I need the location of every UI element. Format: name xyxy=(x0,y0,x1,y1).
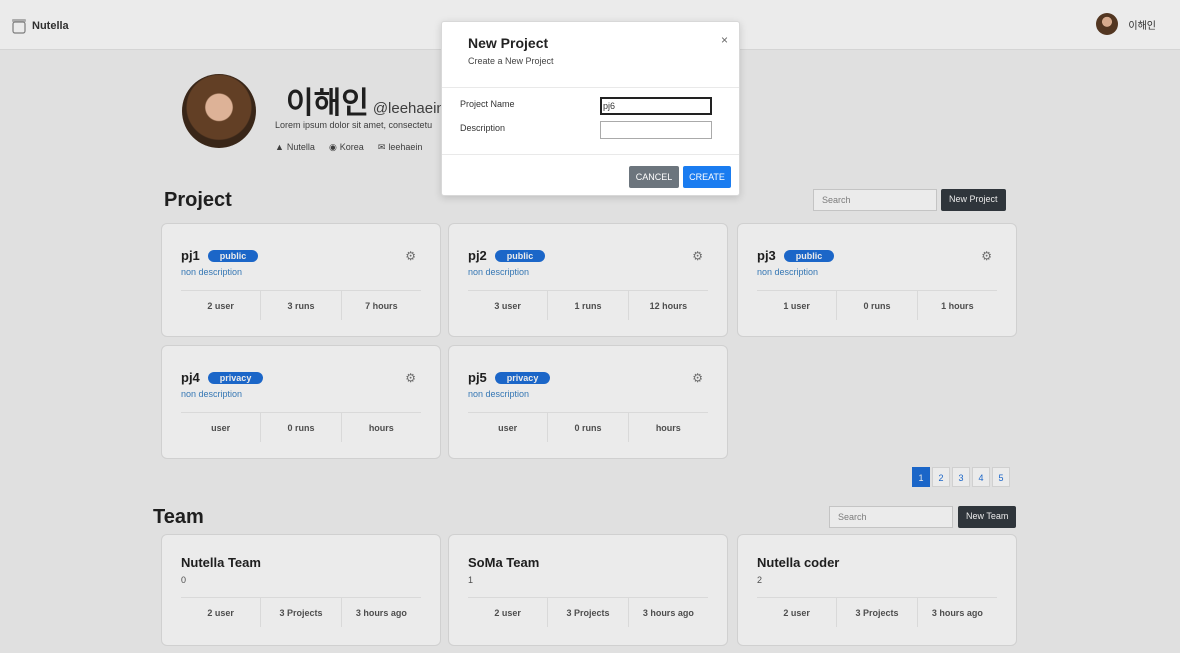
project-name-label: Project Name xyxy=(460,99,515,109)
project-name-input[interactable]: pj6 xyxy=(600,97,712,115)
create-button[interactable]: CREATE xyxy=(683,166,731,188)
new-project-modal: New Project Create a New Project × Proje… xyxy=(441,21,740,196)
close-icon[interactable]: × xyxy=(721,33,728,47)
cancel-button[interactable]: CANCEL xyxy=(629,166,679,188)
modal-subtitle: Create a New Project xyxy=(468,56,554,66)
modal-title: New Project xyxy=(468,35,549,51)
description-label: Description xyxy=(460,123,506,133)
description-input[interactable] xyxy=(600,121,712,139)
